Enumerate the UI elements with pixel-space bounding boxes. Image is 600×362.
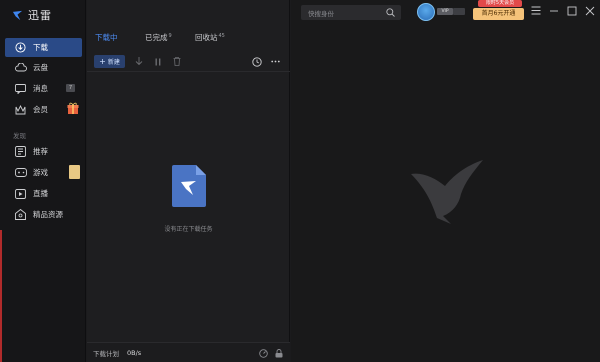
tab-label: 下载中	[95, 33, 118, 42]
search-box[interactable]: 快搜身份	[301, 5, 401, 20]
message-icon	[14, 82, 27, 95]
tab-completed[interactable]: 已完成9	[145, 32, 172, 43]
sidebar-item-messages[interactable]: 消息 7	[5, 79, 82, 98]
promo-tag: 限时5天会员	[478, 0, 522, 7]
recommend-icon	[14, 145, 27, 158]
vip-promo-button[interactable]: 首月6元开通	[473, 8, 524, 20]
sidebar-item-download[interactable]: 下载	[5, 38, 82, 57]
sidebar-item-vip[interactable]: 会员	[5, 100, 82, 119]
detail-pane: 快搜身份 VIP 限时5天会员 首月6元开通	[291, 0, 600, 362]
sidebar-item-label: 直播	[33, 189, 48, 198]
minimize-icon[interactable]	[549, 6, 559, 16]
list-toolbar: + 新建	[87, 52, 290, 72]
download-circle-icon	[14, 41, 27, 54]
app-name: 迅雷	[28, 9, 52, 22]
plus-icon: +	[99, 56, 106, 66]
vip-level-badge-secondary	[453, 8, 465, 15]
window-edge-accent	[0, 230, 2, 362]
tab-label: 回收站	[195, 33, 218, 42]
more-icon[interactable]	[270, 56, 281, 67]
sidebar-item-label: 下载	[33, 43, 48, 52]
unread-badge: 7	[66, 84, 75, 92]
tab-downloading[interactable]: 下载中	[95, 32, 118, 43]
search-icon[interactable]	[386, 8, 395, 17]
tab-bar: 下载中 已完成9 回收站45	[87, 0, 290, 50]
live-icon	[14, 187, 27, 200]
menu-icon[interactable]	[531, 6, 541, 16]
status-bar: 下载计划 0B/s	[87, 342, 290, 362]
sidebar-item-label: 推荐	[33, 147, 48, 156]
tab-recycle-bin[interactable]: 回收站45	[195, 32, 225, 43]
resources-icon	[14, 208, 27, 221]
sidebar-item-cloud[interactable]: 云盘	[5, 58, 82, 77]
empty-file-icon	[171, 165, 206, 207]
cloud-icon	[14, 61, 27, 74]
app-logo: 迅雷	[12, 7, 52, 23]
sidebar-item-resources[interactable]: 精品资源	[5, 205, 82, 224]
thunder-bird-watermark-icon	[411, 160, 483, 224]
avatar[interactable]	[417, 3, 435, 21]
crown-icon	[14, 103, 27, 116]
download-speed: 0B/s	[127, 348, 142, 357]
game-card-icon[interactable]	[69, 165, 80, 179]
sidebar-item-recommend[interactable]: 推荐	[5, 142, 82, 161]
sidebar-item-games[interactable]: 游戏	[5, 163, 82, 182]
delete-icon[interactable]	[171, 56, 182, 67]
empty-message: 没有正在下载任务	[164, 226, 213, 233]
sidebar-item-label: 云盘	[33, 63, 48, 72]
lock-icon[interactable]	[275, 349, 284, 358]
download-list-panel: 下载中 已完成9 回收站45 + 新建 没有正在下载任务 下载计划 0B/s	[87, 0, 290, 362]
gamepad-icon	[14, 166, 27, 179]
search-input[interactable]: 快搜身份	[308, 8, 334, 18]
tab-count: 9	[168, 32, 172, 39]
sidebar-item-label: 精品资源	[33, 210, 63, 219]
download-arrow-icon[interactable]	[133, 56, 144, 67]
empty-state	[87, 165, 290, 209]
sidebar: 迅雷 下载 云盘 消息 7 会员 发现 推荐 游戏 直播 精品资源	[0, 0, 86, 362]
maximize-icon[interactable]	[567, 6, 577, 16]
new-task-label: 新建	[107, 59, 120, 66]
history-icon[interactable]	[251, 56, 262, 67]
discover-section-label: 发现	[13, 132, 26, 140]
tab-label: 已完成	[145, 33, 168, 42]
pause-icon[interactable]	[152, 56, 163, 67]
vip-level-badge: VIP	[437, 8, 453, 15]
new-task-button[interactable]: + 新建	[94, 55, 125, 68]
speed-limit-icon[interactable]	[259, 349, 268, 358]
sidebar-item-live[interactable]: 直播	[5, 184, 82, 203]
download-plan-link[interactable]: 下载计划	[93, 348, 119, 358]
close-icon[interactable]	[585, 6, 595, 16]
gift-icon[interactable]	[67, 102, 79, 117]
tab-count: 45	[218, 32, 225, 39]
thunder-bird-icon	[12, 10, 23, 20]
